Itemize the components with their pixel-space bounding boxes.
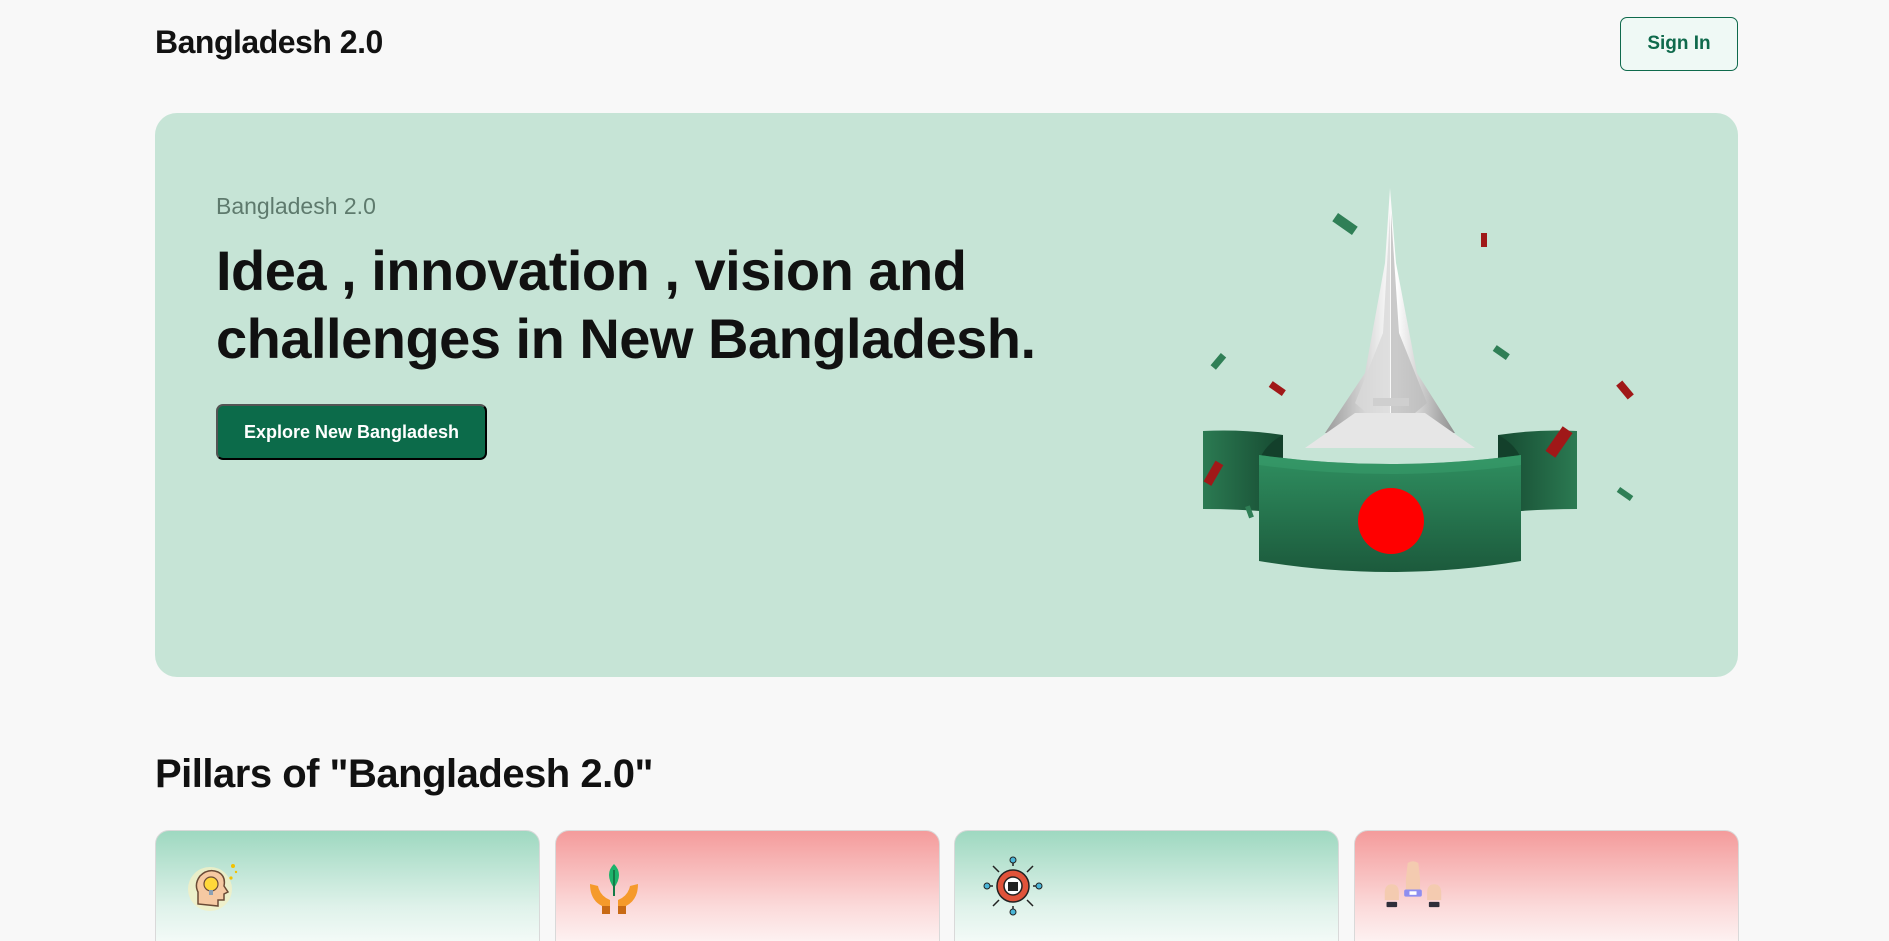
pillars-section-title: Pillars of "Bangladesh 2.0" (155, 752, 653, 796)
explore-button[interactable]: Explore New Bangladesh (216, 404, 487, 460)
memorial-flag-illustration (1203, 188, 1634, 572)
hero-banner: Bangladesh 2.0 Idea , innovation , visio… (155, 113, 1738, 677)
pillar-card[interactable] (1354, 830, 1739, 941)
idea-head-icon (188, 864, 238, 911)
unity-fists-icon (1384, 861, 1442, 908)
hero-title: Idea , innovation , vision and challenge… (216, 239, 1036, 370)
hero-eyebrow: Bangladesh 2.0 (216, 193, 376, 219)
brand-logo-text[interactable]: Bangladesh 2.0 (155, 24, 383, 61)
top-navigation: Bangladesh 2.0 Sign In (155, 0, 1738, 88)
sign-in-button[interactable]: Sign In (1620, 17, 1738, 71)
pillar-card[interactable] (155, 830, 540, 941)
pillar-card[interactable] (555, 830, 940, 941)
pillar-card[interactable] (954, 830, 1339, 941)
pillars-card-list (155, 830, 1739, 941)
sprout-in-hands-icon (590, 864, 638, 914)
innovation-gear-icon (983, 856, 1043, 916)
